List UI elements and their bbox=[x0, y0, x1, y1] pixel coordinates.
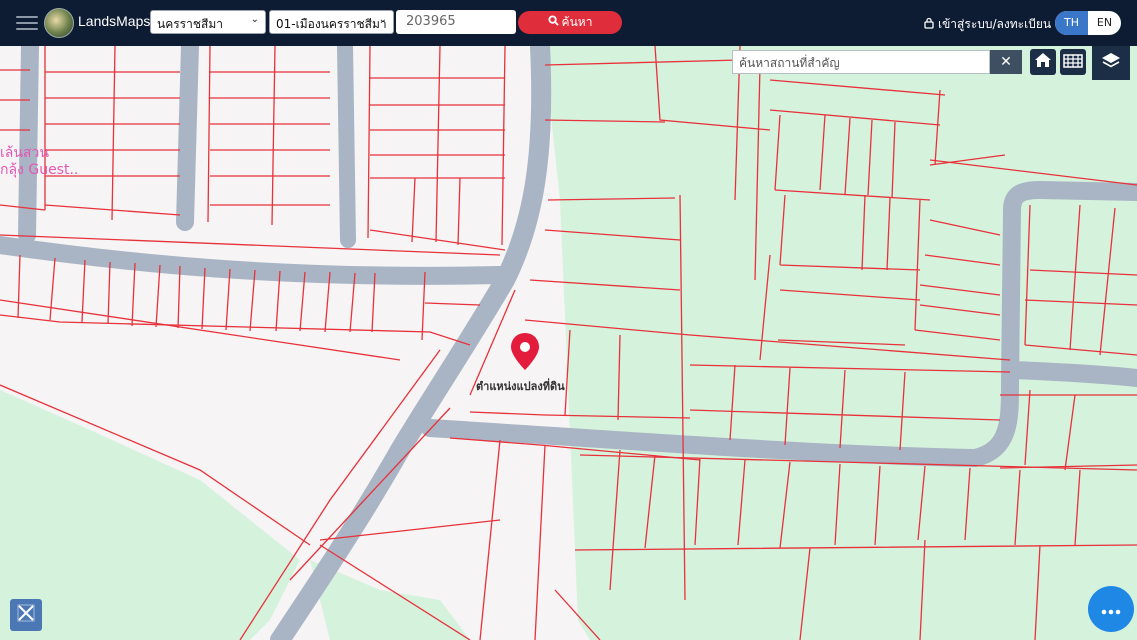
marker-label: ตำแหน่งแปลงที่ดิน bbox=[476, 380, 565, 393]
layers-icon bbox=[1101, 52, 1121, 74]
chevron-down-icon: ⌄ bbox=[250, 14, 259, 25]
logo bbox=[44, 8, 74, 38]
lang-th-button[interactable]: TH bbox=[1055, 11, 1088, 35]
more-icon bbox=[1101, 600, 1121, 619]
login-link[interactable]: เข้าสู่ระบบ/ลงทะเบียน bbox=[924, 15, 1051, 34]
poi-label[interactable]: เล้นสวน กลุ้ง Guest.. bbox=[0, 145, 78, 179]
lock-icon bbox=[924, 17, 934, 32]
language-toggle: TH EN bbox=[1055, 11, 1121, 35]
province-value: นครราชสีมา bbox=[157, 17, 223, 31]
layers-button[interactable] bbox=[1092, 46, 1130, 80]
grid-icon bbox=[1063, 53, 1083, 72]
measure-tool-button[interactable] bbox=[10, 599, 42, 631]
poi-label-line1: เล้นสวน bbox=[0, 145, 49, 161]
home-icon bbox=[1034, 52, 1052, 72]
search-button[interactable]: ค้นหา bbox=[518, 11, 622, 34]
place-search-input[interactable]: ค้นหาสถานที่สำคัญ bbox=[732, 50, 990, 74]
district-value: 01-เมืองนครราชสีมา bbox=[276, 17, 387, 31]
province-select[interactable]: นครราชสีมา ⌄ bbox=[150, 10, 266, 34]
parcel-number-input[interactable]: 203965 bbox=[396, 10, 516, 34]
top-bar: LandsMaps นครราชสีมา ⌄ 01-เมืองนครราชสีม… bbox=[0, 0, 1137, 46]
search-button-label: ค้นหา bbox=[561, 15, 593, 29]
green-areas bbox=[0, 46, 1137, 640]
grid-button[interactable] bbox=[1060, 49, 1086, 75]
menu-icon[interactable] bbox=[16, 12, 38, 32]
district-select[interactable]: 01-เมืองนครราชสีมา ⌄ bbox=[269, 10, 394, 34]
login-label: เข้าสู่ระบบ/ลงทะเบียน bbox=[938, 17, 1052, 31]
more-button[interactable] bbox=[1088, 586, 1134, 632]
search-icon bbox=[548, 11, 559, 34]
location-pin-icon[interactable] bbox=[511, 333, 539, 370]
close-icon[interactable]: ✕ bbox=[990, 50, 1022, 74]
home-button[interactable] bbox=[1030, 49, 1056, 75]
chevron-down-icon: ⌄ bbox=[378, 14, 387, 25]
lang-en-button[interactable]: EN bbox=[1088, 11, 1121, 35]
brand-name: LandsMaps bbox=[78, 13, 151, 29]
poi-label-line2: กลุ้ง Guest.. bbox=[0, 162, 79, 178]
map-canvas[interactable] bbox=[0, 46, 1137, 640]
ruler-icon bbox=[16, 603, 36, 627]
